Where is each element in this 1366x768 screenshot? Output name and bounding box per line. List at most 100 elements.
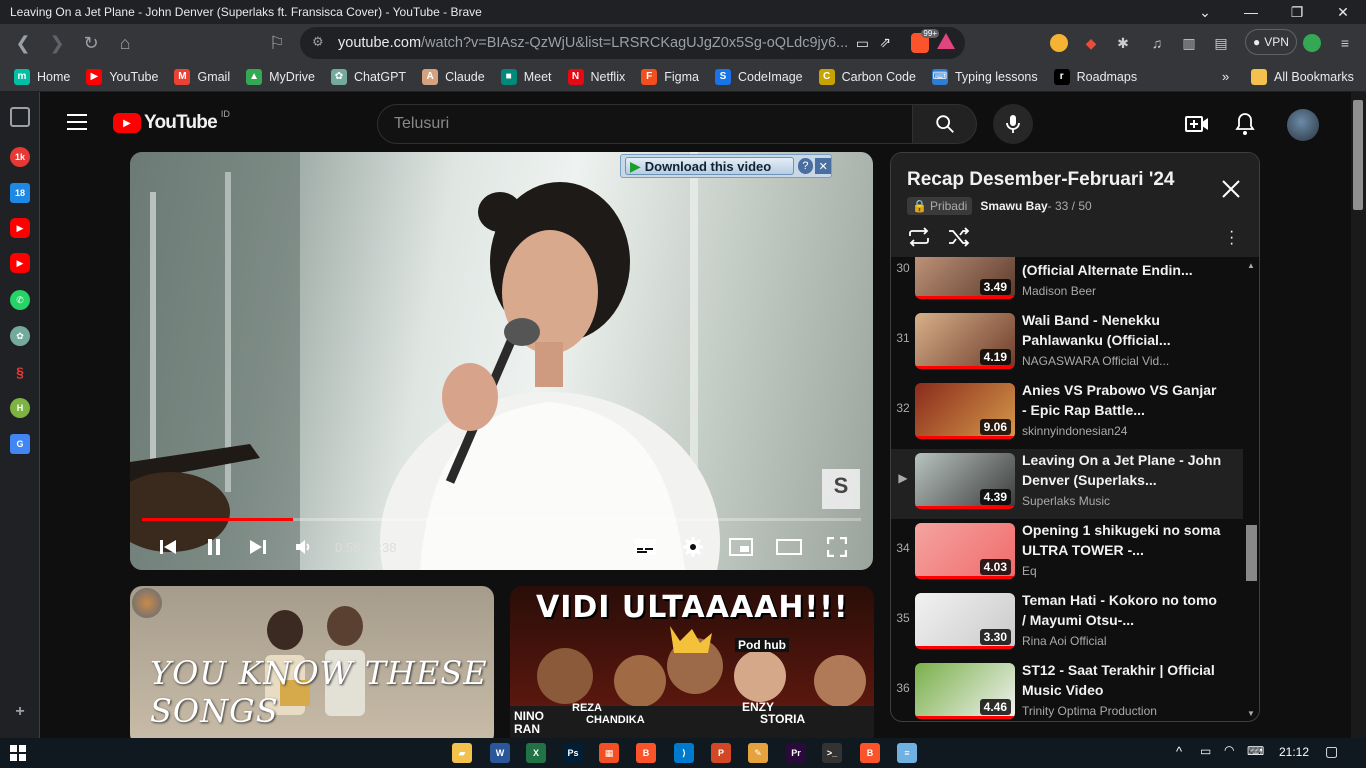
bookmark-mydrive[interactable]: ▲ MyDrive [239,63,324,91]
playlist-item-channel[interactable]: Rina Aoi Official [1022,634,1107,648]
taskbar-powerpoint-icon[interactable]: P [711,743,731,763]
taskbar-excel-icon[interactable]: X [526,743,546,763]
playlist-item[interactable]: 34 4.03 Opening 1 shikugeki no soma ULTRA … [891,519,1243,589]
extensions-puzzle-icon[interactable]: ✱ [1112,32,1134,54]
close-download-bar-icon[interactable]: ✕ [815,158,832,174]
bookmark-meet[interactable]: ■ Meet [494,63,561,91]
cast-icon[interactable]: ▭ [856,35,869,52]
bookmark-claude[interactable]: A Claude [415,63,494,91]
minimize-window-button[interactable]: — [1228,0,1274,24]
create-video-icon[interactable] [1185,114,1209,139]
close-window-button[interactable]: ✕ [1320,0,1366,24]
vpn-button[interactable]: ● VPN [1245,29,1297,55]
page-scroll-thumb[interactable] [1353,100,1363,210]
shuffle-button[interactable] [947,227,971,252]
voice-search-button[interactable] [993,104,1033,144]
site-info-icon[interactable]: ⚙ [312,34,324,50]
bookmark-gmail[interactable]: M Gmail [167,63,239,91]
previous-button[interactable] [156,532,180,562]
video-player[interactable]: ▶ Download this video ? ✕ S 0:58 / 4:38 [130,152,873,570]
more-bookmarks-icon[interactable]: » [1222,69,1229,84]
download-video-bar[interactable]: ▶ Download this video ? ✕ [620,154,832,178]
restore-window-button[interactable]: ❐ [1274,0,1320,24]
playlist-item-title[interactable]: Anies VS Prabowo VS Ganjar - Epic Rap Ba… [1022,380,1222,420]
close-playlist-button[interactable] [1221,179,1241,204]
playlist-item[interactable]: 31 4.19 Wali Band - Nenekku Pahlawanku (Of… [891,309,1243,379]
extension-icon-1[interactable] [1050,34,1068,52]
menu-icon[interactable]: ≡ [1334,32,1356,54]
sidebar-youtube-2-icon[interactable]: ▶ [10,253,30,273]
sidebar-app-h-icon[interactable]: H [10,398,30,418]
playlist-item-thumbnail[interactable]: 4.19 [915,313,1015,369]
bookmark-typing-lessons[interactable]: ⌨ Typing lessons [925,63,1047,91]
playlist-item[interactable]: 30 3.49 Madison Beer - Reckless (Official … [891,257,1243,309]
battery-icon[interactable]: ▭ [1200,744,1211,758]
search-button[interactable] [913,104,977,144]
wallet-icon[interactable]: ▤ [1210,32,1232,54]
bookmark-home[interactable]: m Home [7,63,79,91]
forward-button[interactable]: ❯ [40,28,74,58]
keyboard-icon[interactable]: ⌨ [1247,744,1264,758]
playlist-item-thumbnail[interactable]: 3.49 [915,257,1015,299]
pause-button[interactable] [202,532,226,562]
playlist-item-thumbnail[interactable]: 3.30 [915,593,1015,649]
media-controls-icon[interactable]: ♫ [1146,32,1168,54]
notification-center-icon[interactable]: ▢ [1325,743,1338,760]
playlist-item-channel[interactable]: Superlaks Music [1022,494,1110,508]
recommended-video-1[interactable]: YOU KNOW THESE SONGS [130,586,494,738]
taskbar-notepad-icon[interactable]: ≡ [897,743,917,763]
sidebar-add-icon[interactable]: + [10,702,30,722]
sidebar-whatsapp-icon[interactable]: ✆ [10,290,30,310]
profile-icon[interactable] [1303,34,1321,52]
sidebar-calendar-icon[interactable]: 18 [10,183,30,203]
next-button[interactable] [246,532,270,562]
extension-icon-2[interactable]: ◆ [1080,32,1102,54]
playlist-scrollbar[interactable]: ▲ ▼ [1243,257,1259,721]
recommended-video-2[interactable]: VIDI ULTAAAAH!!! Pod hub NINO RAN REZA C… [510,586,874,738]
playlist-item-title[interactable]: Leaving On a Jet Plane - John Denver (Su… [1022,450,1222,490]
bookmark-figma[interactable]: F Figma [634,63,708,91]
playlist-item-title[interactable]: Madison Beer - Reckless (Official Altern… [1022,257,1222,280]
playlist-owner[interactable]: Smawu Bay [980,199,1047,213]
youtube-logo[interactable]: ▶ YouTube ID [113,109,230,134]
reload-button[interactable]: ↻ [74,28,108,58]
playlist-item-title[interactable]: Teman Hati - Kokoro no tomo / Mayumi Ots… [1022,590,1222,630]
notifications-bell-icon[interactable] [1235,112,1255,141]
all-bookmarks-folder[interactable]: All Bookmarks [1244,63,1363,91]
sidebar-youtube-icon[interactable]: ▶ [10,218,30,238]
playlist-item-thumbnail[interactable]: 4.03 [915,523,1015,579]
taskbar-terminal-icon[interactable]: >_ [822,743,842,763]
playlist-item-thumbnail[interactable]: 9.06 [915,383,1015,439]
clock[interactable]: 21:12 [1279,745,1309,759]
playlist-item-channel[interactable]: NAGASWARA Official Vid... [1022,354,1169,368]
bookmark-chatgpt[interactable]: ✿ ChatGPT [324,63,415,91]
bookmark-carbon-code[interactable]: C Carbon Code [812,63,925,91]
sidebar-chatgpt-icon[interactable]: ✿ [10,326,30,346]
wifi-icon[interactable]: ◠ [1224,743,1234,757]
miniplayer-button[interactable] [728,532,754,562]
sidebar-app-1k-icon[interactable]: 1k [10,147,30,167]
bookmark-page-icon[interactable]: ⚐ [260,28,294,58]
playlist-item-channel[interactable]: Madison Beer [1022,284,1096,298]
playlist-item-channel[interactable]: Trinity Optima Production [1022,704,1157,718]
home-button[interactable]: ⌂ [108,28,142,58]
share-icon[interactable]: ⇗ [879,34,891,51]
playlist-item-title[interactable]: Opening 1 shikugeki no soma ULTRA TOWER … [1022,520,1222,560]
playlist-item-channel[interactable]: skinnyindonesian24 [1022,424,1127,438]
taskbar-brave-2-icon[interactable]: B [860,743,880,763]
playlist-title[interactable]: Recap Desember-Februari '24 [907,169,1174,191]
minimize-button[interactable]: ⌄ [1182,0,1228,24]
taskbar-photoshop-icon[interactable]: Ps [563,743,583,763]
playlist-item[interactable]: 32 9.06 Anies VS Prabowo VS Ganjar - Epic … [891,379,1243,449]
search-input[interactable]: Telusuri [377,104,913,144]
taskbar-paint-icon[interactable]: ✎ [748,743,768,763]
playlist-item[interactable]: ▶ 4.39 Leaving On a Jet Plane - John Denve… [891,449,1243,519]
bookmark-codeimage[interactable]: S CodeImage [708,63,812,91]
hamburger-menu-icon[interactable] [67,114,87,130]
channel-avatar[interactable] [132,588,162,618]
volume-button[interactable] [292,532,316,562]
playlist-item-thumbnail[interactable]: 4.46 [915,663,1015,719]
taskbar-vscode-icon[interactable]: ⟩ [674,743,694,763]
taskbar-word-icon[interactable]: W [490,743,510,763]
loop-button[interactable] [907,227,931,252]
